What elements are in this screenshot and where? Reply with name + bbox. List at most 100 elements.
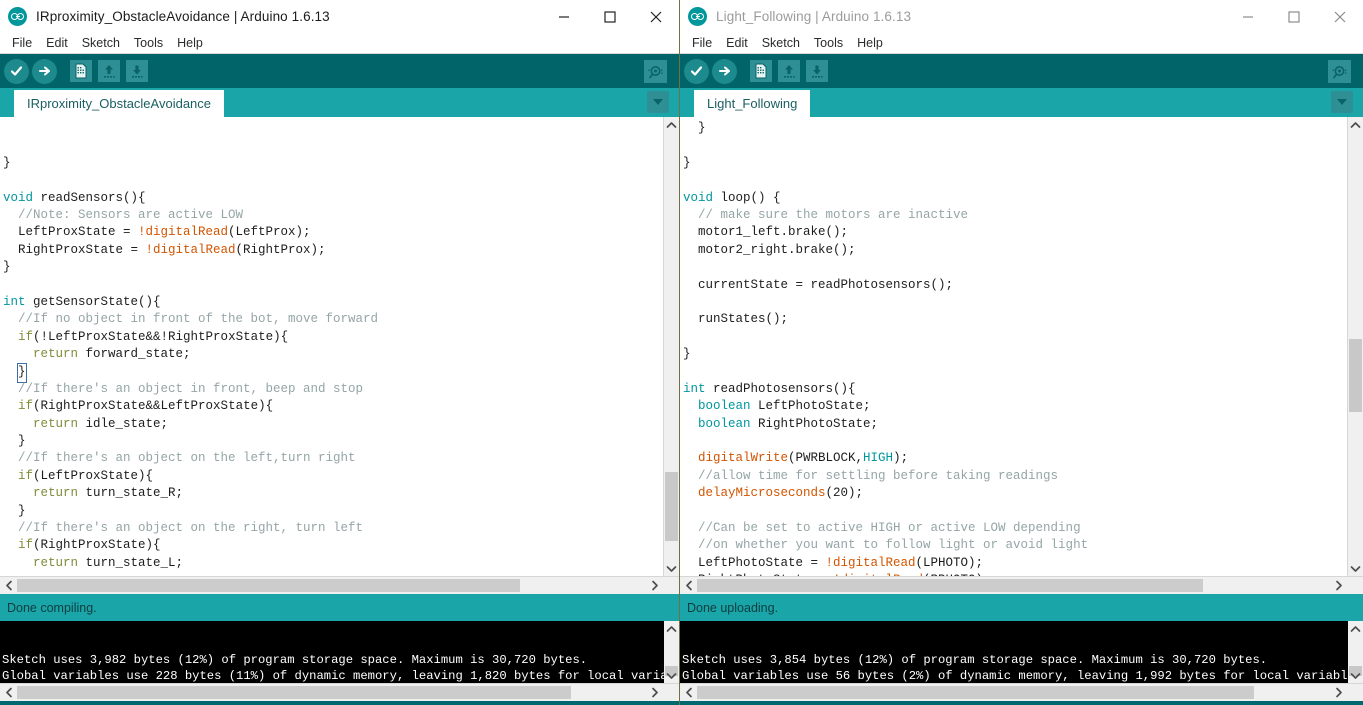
maximize-button[interactable]: [1271, 0, 1317, 33]
scroll-right-button[interactable]: [1330, 578, 1347, 594]
chevron-right-icon: [1335, 687, 1342, 698]
console-horizontal-scroll-track[interactable]: [697, 685, 1330, 700]
minimize-button[interactable]: [1225, 0, 1271, 33]
scroll-up-button[interactable]: [664, 117, 679, 132]
new-sketch-icon: [75, 63, 87, 79]
scroll-down-button[interactable]: [664, 561, 679, 576]
menu-item-sketch[interactable]: Sketch: [755, 33, 807, 53]
serial-monitor-button[interactable]: [1328, 59, 1351, 83]
menu-item-help[interactable]: Help: [850, 33, 890, 53]
code-line: //If there's an object on the right, tur…: [3, 520, 364, 535]
code-line: //If there's an object on the left,turn …: [3, 451, 356, 466]
upload-button[interactable]: [712, 58, 737, 84]
editor-vertical-scroll-thumb[interactable]: [665, 471, 678, 541]
editor-vertical-scrollbar[interactable]: [663, 117, 679, 576]
editor-row: } void readSensors(){ //Note: Sensors ar…: [0, 117, 679, 576]
editor-horizontal-scroll-thumb[interactable]: [697, 579, 1204, 592]
console-output[interactable]: Sketch uses 3,982 bytes (12%) of program…: [0, 621, 664, 683]
menu-item-help[interactable]: Help: [170, 33, 210, 53]
save-sketch-button[interactable]: [806, 60, 828, 82]
menu-item-edit[interactable]: Edit: [719, 33, 755, 53]
menu-item-file[interactable]: File: [5, 33, 39, 53]
editor-pane: } } void loop() { // make sure the motor…: [680, 117, 1363, 594]
editor-row: } } void loop() { // make sure the motor…: [680, 117, 1363, 576]
menu-item-tools[interactable]: Tools: [807, 33, 850, 53]
check-verify-icon: [10, 66, 23, 76]
new-sketch-button[interactable]: [70, 60, 92, 82]
editor-horizontal-scroll-thumb[interactable]: [17, 579, 521, 592]
scrollbar-corner: [1347, 685, 1363, 701]
editor-vertical-scrollbar[interactable]: [1347, 117, 1363, 576]
console-horizontal-scrollbar[interactable]: [680, 683, 1363, 701]
console-scroll-down-button[interactable]: [1348, 668, 1363, 683]
editor-horizontal-scroll-track[interactable]: [17, 578, 646, 593]
code-line: }: [683, 121, 706, 135]
code-line: void readSensors(){: [3, 190, 146, 205]
console-scroll-right-button[interactable]: [1330, 685, 1347, 701]
tab-menu-button[interactable]: [1331, 91, 1353, 113]
chevron-left-icon: [5, 580, 12, 591]
scroll-up-button[interactable]: [1348, 117, 1363, 132]
tab-menu-button[interactable]: [647, 91, 669, 113]
code-editor-text[interactable]: } } void loop() { // make sure the motor…: [680, 117, 1347, 576]
chevron-left-icon: [5, 687, 12, 698]
editor-horizontal-scrollbar[interactable]: [680, 576, 1363, 594]
save-sketch-down-arrow-icon: [132, 65, 143, 78]
chevron-up-icon: [666, 625, 677, 632]
console-scroll-up-button[interactable]: [664, 621, 679, 636]
console-horizontal-scroll-thumb[interactable]: [697, 686, 1255, 699]
code-editor-text[interactable]: } void readSensors(){ //Note: Sensors ar…: [0, 117, 663, 576]
console-scroll-left-button[interactable]: [680, 685, 697, 701]
verify-button[interactable]: [4, 58, 29, 84]
scroll-left-button[interactable]: [680, 578, 697, 594]
scroll-right-button[interactable]: [646, 578, 663, 594]
tab-bar: IRproximity_ObstacleAvoidance: [0, 88, 679, 117]
new-sketch-button[interactable]: [750, 60, 772, 82]
minimize-button[interactable]: [541, 0, 587, 33]
close-button[interactable]: [633, 0, 679, 33]
console-horizontal-scrollbar[interactable]: [0, 683, 679, 701]
code-line: if(RightProxState&&LeftProxState){: [18, 399, 274, 414]
console-horizontal-scroll-thumb[interactable]: [17, 686, 571, 699]
sketch-tab[interactable]: Light_Following: [694, 90, 811, 117]
save-sketch-button[interactable]: [126, 60, 148, 82]
maximize-button[interactable]: [587, 0, 633, 33]
menu-item-tools[interactable]: Tools: [127, 33, 170, 53]
code-line: }: [683, 347, 691, 362]
verify-button[interactable]: [684, 58, 709, 84]
window-controls: [541, 0, 679, 33]
menu-item-edit[interactable]: Edit: [39, 33, 75, 53]
scroll-left-button[interactable]: [0, 578, 17, 594]
console-scroll-down-button[interactable]: [664, 668, 679, 683]
editor-horizontal-scrollbar[interactable]: [0, 576, 679, 594]
code-line: }: [3, 155, 11, 170]
editor-horizontal-scroll-track[interactable]: [697, 578, 1330, 593]
menu-item-sketch[interactable]: Sketch: [75, 33, 127, 53]
console-blank-space: [682, 623, 1348, 652]
code-line: LeftPhotoState = !digitalRead(LPHOTO);: [683, 555, 984, 570]
menu-item-file[interactable]: File: [685, 33, 719, 53]
console-scroll-right-button[interactable]: [646, 685, 663, 701]
console-scroll-left-button[interactable]: [0, 685, 17, 701]
console-vertical-scrollbar[interactable]: [664, 621, 679, 683]
editor-vertical-scroll-thumb[interactable]: [1349, 338, 1362, 412]
open-sketch-button[interactable]: [778, 60, 800, 82]
console-scroll-up-button[interactable]: [1348, 621, 1363, 636]
close-button[interactable]: [1317, 0, 1363, 33]
open-sketch-button[interactable]: [98, 60, 120, 82]
close-icon: [1334, 11, 1346, 22]
console-output[interactable]: Sketch uses 3,854 bytes (12%) of program…: [680, 621, 1348, 683]
sketch-tab[interactable]: IRproximity_ObstacleAvoidance: [14, 90, 225, 117]
upload-button[interactable]: [32, 58, 57, 84]
code-line: if(RightProxState){: [18, 538, 161, 553]
console-vertical-scrollbar[interactable]: [1348, 621, 1363, 683]
open-sketch-up-arrow-icon: [784, 65, 795, 78]
window-bottom-edge: [680, 701, 1363, 705]
scroll-down-button[interactable]: [1348, 561, 1363, 576]
console-horizontal-scroll-track[interactable]: [17, 685, 646, 700]
serial-monitor-button[interactable]: [644, 59, 667, 83]
console-row: Sketch uses 3,854 bytes (12%) of program…: [680, 621, 1363, 683]
